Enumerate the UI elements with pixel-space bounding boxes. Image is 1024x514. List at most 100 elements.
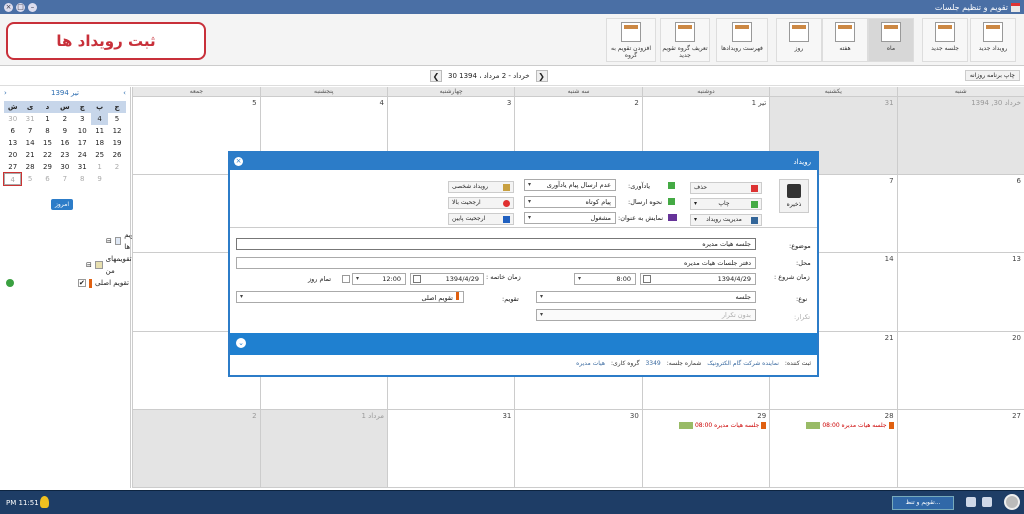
show-as-select[interactable]: ▾ مشغول (524, 212, 616, 224)
type-select[interactable]: ▾ جلسه (536, 291, 756, 303)
low-priority-toggle[interactable]: ارجحیت پایین (448, 213, 514, 225)
day-cell[interactable]: 27 (897, 409, 1024, 488)
print-dropdown[interactable]: ▾ چاپ (690, 198, 762, 210)
mini-day[interactable]: 18 (91, 137, 108, 149)
day-cell[interactable]: 30 (515, 409, 643, 488)
end-time-select[interactable]: ▾ 12:00 (352, 273, 406, 285)
new-meeting-button[interactable]: جلسه جدید (922, 18, 968, 62)
mini-day[interactable]: 6 (4, 125, 21, 137)
minimize-icon[interactable]: – (28, 2, 37, 12)
place-input[interactable]: دفتر جلسات هیات مدیره (236, 257, 756, 269)
high-priority-toggle[interactable]: ارجحیت بالا (448, 197, 514, 209)
mini-day[interactable]: 4 (2, 172, 23, 186)
add-to-group-button[interactable]: افزودن تقویم به گروه (606, 18, 656, 62)
mini-day[interactable]: 4 (90, 113, 109, 125)
mini-day[interactable]: 8 (74, 173, 91, 185)
mini-day[interactable]: 17 (74, 137, 91, 149)
delete-button[interactable]: حذف (690, 182, 762, 194)
mini-day[interactable]: 10 (74, 125, 91, 137)
mini-day[interactable]: 30 (4, 113, 21, 125)
define-group-button[interactable]: تعریف گروه تقویم جدید (660, 18, 710, 62)
close-icon[interactable]: × (4, 2, 13, 12)
save-button[interactable]: ذخیره (779, 179, 809, 213)
day-cell[interactable]: 28 08:00 جلسه هیات مدیره (770, 409, 898, 488)
week-view-button[interactable]: هفته (822, 18, 868, 62)
send-method-select[interactable]: ▾ پیام کوتاه (524, 196, 616, 208)
mini-prev-button[interactable]: ‹ (123, 89, 126, 97)
event-list-button[interactable]: فهرست رویدادها (716, 18, 768, 62)
mini-day[interactable]: 1 (91, 161, 108, 173)
start-date-input[interactable]: 1394/4/29 (640, 273, 756, 285)
manage-event-dropdown[interactable]: ▾ مدیریت رویداد (690, 214, 762, 226)
mini-day[interactable]: 31 (74, 161, 91, 173)
maximize-icon[interactable]: □ (16, 2, 25, 12)
mini-day[interactable]: 11 (91, 125, 108, 137)
event-item[interactable]: 08:00 جلسه هیات مدیره (678, 421, 767, 429)
mini-day[interactable]: 20 (4, 149, 21, 161)
all-day-checkbox[interactable] (342, 275, 350, 283)
personal-event-toggle[interactable]: رویداد شخصی (448, 181, 514, 193)
mini-day[interactable]: 19 (108, 137, 125, 149)
mini-day[interactable]: 5 (21, 173, 38, 185)
today-button[interactable]: امروز (51, 199, 73, 210)
mini-day[interactable]: 16 (56, 137, 73, 149)
day-cell[interactable]: مرداد 1 (260, 409, 388, 488)
next-range-button[interactable]: ❮ (430, 70, 442, 82)
mini-day[interactable]: 25 (91, 149, 108, 161)
month-view-button[interactable]: ماه (868, 18, 914, 62)
mini-day[interactable]: 23 (56, 149, 73, 161)
day-cell[interactable]: 6 (897, 175, 1024, 254)
taskbar-app-button[interactable]: تقویم و تنظ... (892, 496, 954, 510)
prev-range-button[interactable]: ❯ (535, 70, 548, 82)
notes-icon[interactable] (966, 497, 976, 507)
start-logo-icon[interactable] (1004, 494, 1020, 510)
day-cell[interactable]: 29 08:00 جلسه هیات مدیره (642, 409, 771, 488)
calendar-icon[interactable] (982, 497, 992, 507)
mini-month-label[interactable]: تیر 1394 (51, 89, 79, 97)
tree-main-calendar[interactable]: ✔ تقویم اصلی (6, 277, 142, 289)
mini-day[interactable]: 15 (39, 137, 56, 149)
mini-day[interactable]: 3 (74, 113, 91, 125)
mini-day[interactable]: 12 (108, 125, 125, 137)
mini-day[interactable]: 9 (91, 173, 108, 185)
close-dialog-icon[interactable]: × (234, 157, 243, 166)
subject-input[interactable]: جلسه هیات مدیره (236, 238, 756, 250)
mini-day[interactable]: 28 (21, 161, 38, 173)
mini-day[interactable]: 30 (56, 161, 73, 173)
mini-day[interactable]: 24 (74, 149, 91, 161)
mini-day[interactable]: 31 (21, 113, 38, 125)
start-time-select[interactable]: ▾ 8:00 (574, 273, 636, 285)
mini-day[interactable]: 1 (39, 113, 56, 125)
mini-day[interactable]: 5 (108, 113, 125, 125)
mini-day[interactable]: 14 (21, 137, 38, 149)
mini-next-button[interactable]: › (4, 89, 7, 97)
mini-day[interactable]: 7 (21, 125, 38, 137)
mini-day[interactable]: 7 (56, 173, 73, 185)
lightbulb-icon[interactable] (40, 496, 49, 508)
expand-bar[interactable]: ⌄ (230, 333, 817, 355)
repeat-select[interactable]: ▾ بدون تکرار (536, 309, 756, 321)
day-cell[interactable]: 20 (897, 331, 1024, 410)
end-date-input[interactable]: 1394/4/29 (410, 273, 484, 285)
day-cell[interactable]: خرداد 30, 1394 (897, 97, 1024, 176)
mini-day[interactable]: 2 (108, 161, 125, 173)
day-view-button[interactable]: روز (776, 18, 822, 62)
new-event-button[interactable]: رویداد جدید (970, 18, 1016, 62)
mini-day[interactable]: 22 (39, 149, 56, 161)
mini-day[interactable]: 6 (39, 173, 56, 185)
reminder-select[interactable]: ▾ عدم ارسال پیام یادآوری (524, 179, 616, 191)
mini-day[interactable]: 8 (39, 125, 56, 137)
mini-day[interactable]: 21 (21, 149, 38, 161)
mini-day[interactable]: 29 (39, 161, 56, 173)
mini-day[interactable]: 2 (56, 113, 73, 125)
calendar-select[interactable]: ▾ تقویم اصلی (236, 291, 464, 303)
mini-day[interactable]: 13 (4, 137, 21, 149)
day-cell[interactable]: 13 (897, 253, 1024, 332)
main-calendar-checkbox[interactable]: ✔ (78, 279, 86, 287)
event-item[interactable]: 08:00 جلسه هیات مدیره (806, 421, 894, 429)
mini-day[interactable]: 9 (56, 125, 73, 137)
day-cell[interactable]: 31 (388, 409, 516, 488)
mini-day[interactable]: 27 (4, 161, 21, 173)
mini-day[interactable]: 26 (108, 149, 125, 161)
print-daily-button[interactable]: چاپ برنامه روزانه (964, 70, 1020, 81)
